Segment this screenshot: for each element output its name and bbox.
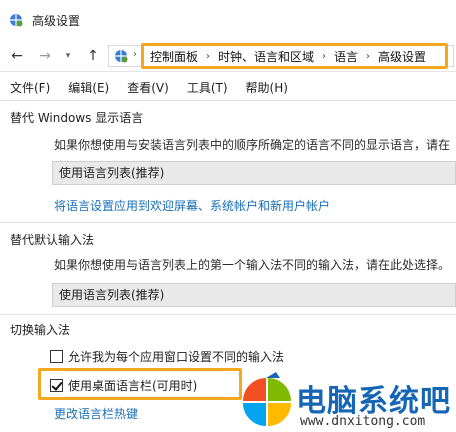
watermark: 电脑系统吧 www.dnxitong.com [234, 370, 456, 432]
per-app-input-label: 允许我为每个应用窗口设置不同的输入法 [68, 350, 285, 364]
change-language-bar-hotkeys-link[interactable]: 更改语言栏热键 [54, 405, 138, 422]
menu-bar: 文件(F) 编辑(E) 查看(V) 工具(T) 帮助(H) [0, 76, 456, 98]
forward-arrow-icon[interactable]: → [36, 46, 54, 66]
window-title: 高级设置 [32, 14, 81, 28]
menu-file[interactable]: 文件(F) [10, 79, 50, 96]
chevron-right-icon[interactable]: › [322, 51, 326, 62]
input-method-dropdown[interactable]: 使用语言列表(推荐) [52, 283, 456, 307]
breadcrumb-item-advanced-settings[interactable]: 高级设置 [378, 48, 426, 65]
windows-logo-icon [243, 372, 291, 426]
language-bar-checkbox-row[interactable]: 使用桌面语言栏(可用时) [50, 377, 197, 394]
input-method-description: 如果你想使用与语言列表上的第一个输入法不同的输入法，请在此处选择。 [54, 258, 451, 272]
menu-edit[interactable]: 编辑(E) [68, 79, 109, 96]
chevron-right-icon: › [133, 49, 137, 60]
control-panel-icon [115, 50, 128, 63]
display-language-description: 如果你想使用与安装语言列表中的顺序所确定的语言不同的显示语言，请在 [54, 138, 451, 152]
chevron-right-icon[interactable]: › [366, 51, 370, 62]
breadcrumb-item-clock-language-region[interactable]: 时钟、语言和区域 [218, 48, 314, 65]
chevron-right-icon[interactable]: › [206, 51, 210, 62]
section-title-display-language: 替代 Windows 显示语言 [10, 111, 144, 125]
up-arrow-icon[interactable]: ↑ [84, 46, 102, 66]
menu-view[interactable]: 查看(V) [127, 79, 169, 96]
section-title-switch-input: 切换输入法 [10, 323, 71, 337]
breadcrumb-item-language[interactable]: 语言 [334, 48, 358, 65]
per-app-input-checkbox-row[interactable]: 允许我为每个应用窗口设置不同的输入法 [50, 348, 284, 365]
back-arrow-icon[interactable]: ← [8, 46, 26, 66]
menu-help[interactable]: 帮助(H) [246, 79, 288, 96]
breadcrumb-item-control-panel[interactable]: 控制面板 [150, 48, 198, 65]
per-app-input-checkbox[interactable] [50, 350, 63, 363]
language-bar-label: 使用桌面语言栏(可用时) [68, 379, 198, 393]
watermark-url: www.dnxitong.com [300, 414, 426, 429]
display-language-dropdown[interactable]: 使用语言列表(推荐) [52, 161, 456, 185]
menu-tools[interactable]: 工具(T) [187, 79, 228, 96]
breadcrumb: 控制面板 › 时钟、语言和区域 › 语言 › 高级设置 [141, 43, 448, 69]
divider [0, 222, 456, 223]
divider [0, 314, 456, 315]
title-bar: 高级设置 [0, 0, 456, 40]
language-bar-checkbox[interactable] [50, 379, 63, 392]
control-panel-icon [10, 14, 23, 27]
divider [0, 100, 456, 101]
apply-language-settings-link[interactable]: 将语言设置应用到欢迎屏幕、系统帐户和新用户帐户 [54, 197, 330, 214]
section-title-input-method: 替代默认输入法 [10, 233, 95, 247]
recent-locations-chevron-icon[interactable]: ▾ [62, 46, 74, 66]
